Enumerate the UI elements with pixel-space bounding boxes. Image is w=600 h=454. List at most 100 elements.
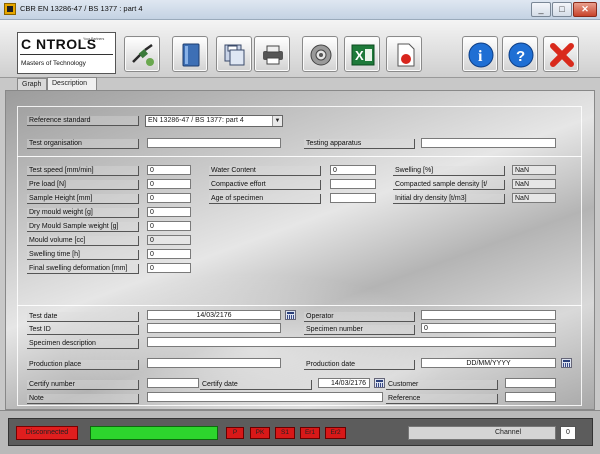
excel-export-button[interactable]: X [344,36,380,72]
specimen-description-field[interactable] [147,337,556,347]
initial-dry-density-label: Initial dry density [t/m3] [393,194,505,204]
svg-text:X: X [355,48,364,63]
save-disk-icon [224,44,245,66]
dry-mould-weight-field[interactable]: 0 [147,207,191,217]
reference-field[interactable] [505,392,556,402]
exit-icon [550,43,574,67]
print-button[interactable] [254,36,290,72]
final-swelling-label: Final swelling deformation [mm] [27,264,139,274]
reference-standard-value: EN 13286-47 / BS 1377: part 4 [148,117,244,124]
exit-button[interactable] [543,36,579,72]
controls-logo: C NTROLS Your Partners Masters of Techno… [17,32,116,74]
compactive-effort-field[interactable] [330,179,376,189]
help-button[interactable]: ? [502,36,538,72]
test-id-label: Test ID [27,325,139,335]
specimen-description-label: Specimen description [27,339,139,349]
settings-gear-icon [310,44,332,66]
production-place-label: Production place [27,360,139,370]
dry-mould-sample-weight-field[interactable]: 0 [147,221,191,231]
test-id-field[interactable] [147,323,281,333]
testing-apparatus-field[interactable] [421,138,556,148]
chevron-down-icon[interactable]: ▼ [272,116,282,126]
calendar-icon[interactable] [561,358,572,368]
pdf-export-icon [397,43,415,67]
calendar-icon[interactable] [374,378,385,388]
tab-description[interactable]: Description [47,77,97,91]
age-of-specimen-field[interactable] [330,193,376,203]
compacted-density-value: NaN [512,179,556,189]
sample-height-field[interactable]: 0 [147,193,191,203]
excel-export-icon: X [351,44,375,66]
sample-height-label: Sample Height [mm] [27,194,139,204]
test-date-field[interactable]: 14/03/2176 [147,310,281,320]
certify-date-label: Certify date [200,380,312,390]
svg-text:?: ? [516,48,525,65]
logo-divider [20,54,113,55]
note-label: Note [27,394,139,404]
close-window-button[interactable]: ✕ [573,2,597,17]
compacted-density-label: Compacted sample density [t/ [393,180,505,190]
certify-number-field[interactable] [147,378,199,388]
test-organisation-field[interactable] [147,138,281,148]
water-content-field[interactable]: 0 [330,165,376,175]
settings-button[interactable] [302,36,338,72]
customer-label: Customer [386,380,498,390]
channel-label: Channel [408,426,556,440]
svg-text:i: i [478,48,483,65]
title-bar: CBR EN 13286-47 / BS 1377 : part 4 _ □ ✕ [0,0,600,20]
save-button[interactable] [216,36,252,72]
test-speed-label: Test speed [mm/min] [27,166,139,176]
certify-number-label: Certify number [27,380,139,390]
binder-icon [182,43,200,67]
channel-value[interactable]: 0 [560,426,576,440]
test-organisation-label: Test organisation [27,139,139,149]
test-speed-field[interactable]: 0 [147,165,191,175]
indicator-pk: PK [250,427,270,439]
indicator-er1: Er1 [300,427,320,439]
logo-subtitle: Masters of Technology [21,60,86,67]
swelling-pct-label: Swelling [%] [393,166,505,176]
section-divider [17,156,582,157]
compactive-effort-label: Compactive effort [209,180,321,190]
indicator-s1: S1 [275,427,295,439]
operator-label: Operator [304,312,415,322]
production-place-field[interactable] [147,358,281,368]
mould-volume-label: Mould volume [cc] [27,236,139,246]
specimen-number-field[interactable]: 0 [421,323,556,333]
indicator-er2: Er2 [325,427,346,439]
printer-icon [263,45,283,65]
calendar-icon[interactable] [285,310,296,320]
water-content-label: Water Content [209,166,321,176]
swelling-time-label: Swelling time [h] [27,250,139,260]
connection-status-button[interactable]: Disconnected [16,426,78,440]
final-swelling-field[interactable]: 0 [147,263,191,273]
help-icon: ? [508,42,534,68]
connect-button[interactable] [124,36,160,72]
production-date-field[interactable]: DD/MM/YYYY [421,358,556,368]
connect-icon [132,43,154,66]
note-field[interactable] [147,392,383,402]
reference-label: Reference [386,394,498,404]
test-date-label: Test date [27,312,139,322]
age-of-specimen-label: Age of specimen [209,194,321,204]
specimen-number-label: Specimen number [304,325,415,335]
progress-bar [90,426,218,440]
app-icon [4,3,16,15]
info-icon: i [468,42,494,68]
customer-field[interactable] [505,378,556,388]
minimize-button[interactable]: _ [531,2,551,17]
production-date-label: Production date [304,360,415,370]
binder-button[interactable] [172,36,208,72]
reference-standard-select[interactable]: EN 13286-47 / BS 1377: part 4 ▼ [145,115,283,127]
section-divider [17,305,582,306]
pre-load-field[interactable]: 0 [147,179,191,189]
certify-date-field[interactable]: 14/03/2176 [318,378,370,388]
info-button[interactable]: i [462,36,498,72]
swelling-time-field[interactable]: 0 [147,249,191,259]
window-title: CBR EN 13286-47 / BS 1377 : part 4 [20,4,143,13]
indicator-p: P [226,427,244,439]
maximize-button[interactable]: □ [552,2,572,17]
operator-field[interactable] [421,310,556,320]
pdf-export-button[interactable] [386,36,422,72]
logo-tagline: Your Partners [83,37,105,41]
